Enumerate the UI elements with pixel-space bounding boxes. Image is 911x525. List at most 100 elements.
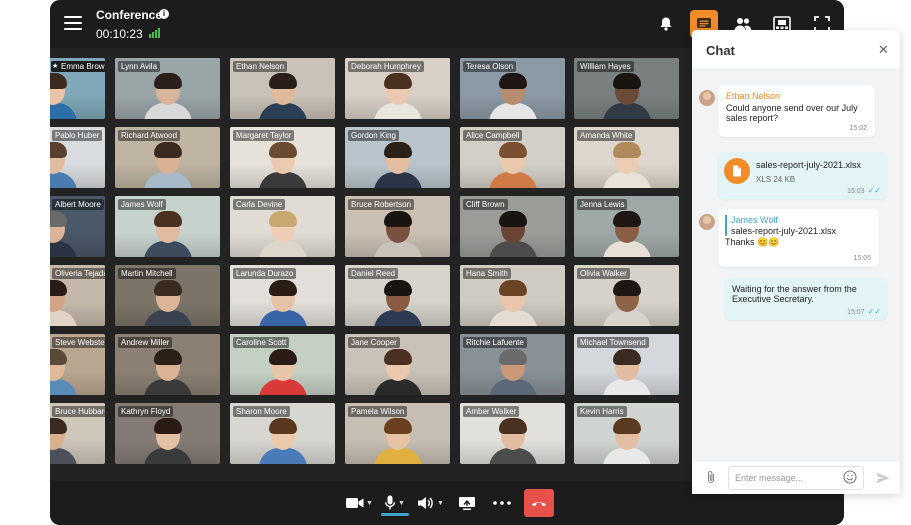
participant-tile[interactable]: Deborah Humphrey [345,58,450,119]
participant-tile[interactable]: James Wolf [115,196,220,257]
participant-video [143,276,192,326]
participant-video [258,69,307,119]
participant-tile[interactable]: Margaret Taylor [230,127,335,188]
participant-tile[interactable]: Oliveria Tejada [50,265,105,326]
hamburger-menu-icon[interactable] [64,16,82,30]
participant-tile[interactable]: Kathryn Floyd [115,403,220,464]
participant-tile[interactable]: Ritchie Lafuente [460,334,565,395]
file-message[interactable]: sales-report-july-2021.xlsx XLS 24 KB 15… [718,152,887,199]
file-meta: XLS 24 KB [756,175,796,184]
participant-tile[interactable]: Bruce Robertson [345,196,450,257]
send-button[interactable] [876,471,890,489]
document-icon [724,158,750,184]
hang-up-button[interactable] [524,489,554,517]
participant-tile[interactable]: Sharon Moore [230,403,335,464]
chat-panel: Chat ✕ Ethan Nelson Could anyone send ov… [692,30,900,494]
double-check-icon: ✓✓ [867,186,881,195]
chat-title: Chat [706,43,735,58]
participant-video [488,414,537,464]
participant-tile[interactable]: Lynn Avila [115,58,220,119]
participant-name: Caroline Scott [233,337,290,348]
participant-tile[interactable]: Gordon King [345,127,450,188]
participant-tile[interactable]: Olivia Walker [574,265,679,326]
participant-tile[interactable]: Amber Walker [460,403,565,464]
chat-message: James Wolf sales-report-july-2021.xlsx T… [718,209,879,267]
signal-strength-icon [149,28,160,38]
chevron-down-icon[interactable]: ▼ [398,500,405,507]
participant-tile[interactable]: Alice Campbell [460,127,565,188]
participant-tile[interactable]: Jane Cooper [345,334,450,395]
participant-name: Andrew Miller [118,337,173,348]
avatar [699,90,715,106]
call-timer: 00:10:23 [96,27,143,41]
participant-name: Steve Webster [52,337,105,348]
avatar [699,214,715,230]
participant-tile[interactable]: Richard Atwood [115,127,220,188]
bell-icon [660,17,672,31]
participant-name: Sharon Moore [233,406,290,417]
attach-button[interactable] [706,470,716,489]
participant-name: Olivia Walker [577,268,630,279]
participant-tile[interactable]: Bruce Hubbard [50,403,105,464]
participant-video [602,69,651,119]
participant-tile[interactable]: Andrew Miller [115,334,220,395]
speaker-button[interactable]: ▼ [417,491,444,515]
info-icon[interactable]: i [159,9,169,19]
participant-tile[interactable]: Albert Moore [50,196,105,257]
participant-video [50,207,77,257]
participant-video [602,276,651,326]
participant-tile[interactable]: Hana Smith [460,265,565,326]
participant-video [602,414,651,464]
microphone-button[interactable]: ▼ [384,491,405,515]
participant-tile[interactable]: Pamela Wilson [345,403,450,464]
participant-name: Teresa Olson [463,61,517,72]
participant-tile[interactable]: Teresa Olson [460,58,565,119]
participant-tile[interactable]: Michael Townsend [574,334,679,395]
participant-name: Amanda White [577,130,636,141]
screen-share-button[interactable] [456,491,478,515]
participant-tile[interactable]: William Hayes [574,58,679,119]
participant-video [488,345,537,395]
participant-video [50,414,77,464]
participant-video [602,207,651,257]
participant-name: James Wolf [118,199,166,210]
participant-tile[interactable]: Amanda White [574,127,679,188]
participant-video [143,414,192,464]
participant-video [488,69,537,119]
chat-composer [692,460,900,494]
participant-tile[interactable]: Jenna Lewis [574,196,679,257]
video-camera-icon [346,498,364,508]
camera-button[interactable]: ▼ [346,491,373,515]
participant-name: Amber Walker [463,406,520,417]
participant-video [143,207,192,257]
notifications-button[interactable] [652,10,680,38]
participant-video [258,138,307,188]
more-options-button[interactable] [491,491,513,515]
participant-tile[interactable]: Martin Mitchell [115,265,220,326]
conference-title: Conference [96,8,163,22]
participant-video [143,138,192,188]
participant-tile[interactable]: ★ Emma Brown [50,58,105,119]
chevron-down-icon[interactable]: ▼ [366,500,373,507]
participant-tile[interactable]: Carla Devine [230,196,335,257]
close-icon[interactable]: ✕ [878,42,889,58]
participant-video [50,138,77,188]
emoji-button[interactable] [843,470,857,489]
participant-tile[interactable]: Larunda Durazo [230,265,335,326]
chat-message: Waiting for the answer from the Executiv… [725,278,887,320]
chat-messages: Ethan Nelson Could anyone send over our … [692,70,900,460]
participant-name: Emma Brown [51,61,105,72]
participant-tile[interactable]: Cliff Brown [460,196,565,257]
participant-name: Lynn Avila [118,61,161,72]
participant-name: Cliff Brown [463,199,508,210]
phone-hangup-icon [532,502,546,507]
participant-tile[interactable]: Steve Webster [50,334,105,395]
participant-tile[interactable]: Ethan Nelson [230,58,335,119]
participant-tile[interactable]: Daniel Reed [345,265,450,326]
participant-tile[interactable]: Kevin Harris [574,403,679,464]
participant-video [373,207,422,257]
message-time: 15:03 [847,188,865,195]
participant-tile[interactable]: Caroline Scott [230,334,335,395]
chevron-down-icon[interactable]: ▼ [437,500,444,507]
participant-tile[interactable]: Pablo Huber [50,127,105,188]
